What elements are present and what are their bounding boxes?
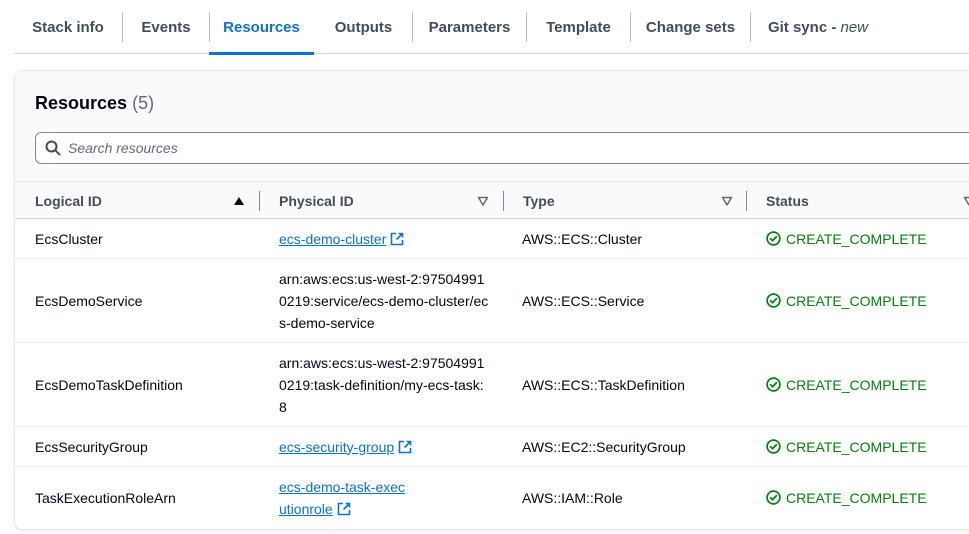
caret-up-icon[interactable] xyxy=(233,195,245,207)
logical-id-cell: EcsSecurityGroup xyxy=(35,438,148,455)
type-cell: AWS::ECS::Service xyxy=(522,292,645,309)
tab-label: Stack info xyxy=(32,18,104,36)
column-resizer[interactable] xyxy=(503,191,504,211)
caret-down-outline-icon[interactable] xyxy=(721,195,733,207)
status-cell: CREATE_COMPLETE xyxy=(766,259,927,342)
table-row[interactable]: EcsSecurityGroup ecs-security-group AWS:… xyxy=(15,427,969,467)
tab-label: Parameters xyxy=(428,18,511,36)
caret-down-outline-icon[interactable] xyxy=(477,195,489,207)
logical-id-cell: TaskExecutionRoleArn xyxy=(35,489,176,506)
panel-title: Resources (5) xyxy=(35,93,154,114)
logical-id-cell: EcsDemoTaskDefinition xyxy=(35,376,183,393)
status-cell: CREATE_COMPLETE xyxy=(766,343,927,426)
type-cell: AWS::EC2::SecurityGroup xyxy=(522,438,686,455)
column-label: Logical ID xyxy=(35,192,102,209)
column-resizer[interactable] xyxy=(746,191,747,211)
tab-label: Template xyxy=(546,18,611,36)
tab-label: Change sets xyxy=(645,18,736,36)
physical-id-cell: arn:aws:ecs:us-west-2:975049910219:servi… xyxy=(279,259,489,342)
external-link-icon[interactable] xyxy=(390,232,404,246)
status-cell: CREATE_COMPLETE xyxy=(766,427,927,466)
tab-change-sets[interactable]: Change sets xyxy=(631,0,750,54)
check-circle-icon xyxy=(766,439,781,454)
tab-stack-info[interactable]: Stack info xyxy=(14,0,122,54)
table-header: Logical ID Physical ID Type Status xyxy=(15,181,969,219)
status-text: CREATE_COMPLETE xyxy=(786,489,927,506)
type-cell: AWS::ECS::TaskDefinition xyxy=(522,376,685,393)
link-text: ecs-demo-cluster xyxy=(279,230,387,247)
logical-id-cell: EcsCluster xyxy=(35,230,103,247)
physical-id-link[interactable]: ecs-security-group xyxy=(279,439,394,455)
tab-resources[interactable]: Resources xyxy=(209,0,314,55)
status-text: CREATE_COMPLETE xyxy=(786,376,927,393)
column-header-logical-id[interactable]: Logical ID xyxy=(35,182,255,219)
external-link-icon[interactable] xyxy=(398,440,412,454)
physical-id-cell: ecs-demo-task-executionrole xyxy=(279,467,409,528)
tab-label: Resources xyxy=(223,18,300,36)
logical-id-cell: EcsDemoService xyxy=(35,292,143,309)
status-text: CREATE_COMPLETE xyxy=(786,292,927,309)
column-header-status[interactable]: Status xyxy=(766,182,966,219)
type-cell: AWS::IAM::Role xyxy=(522,489,623,506)
check-circle-icon xyxy=(766,490,781,505)
table-row[interactable]: TaskExecutionRoleArn ecs-demo-task-execu… xyxy=(15,467,969,528)
tab-template[interactable]: Template xyxy=(527,0,630,54)
physical-id-text: arn:aws:ecs:us-west-2:975049910219:task-… xyxy=(279,354,485,415)
check-circle-icon xyxy=(766,231,781,246)
panel-header: Resources (5) xyxy=(15,71,969,181)
new-badge: new xyxy=(840,18,869,36)
table-row[interactable]: EcsDemoService arn:aws:ecs:us-west-2:975… xyxy=(15,259,969,343)
tab-bar: Stack info Events Resources Outputs Para… xyxy=(14,0,969,55)
type-cell: AWS::ECS::Cluster xyxy=(522,230,643,247)
panel-title-text: Resources xyxy=(35,93,128,113)
physical-id-cell: arn:aws:ecs:us-west-2:975049910219:task-… xyxy=(279,343,489,426)
status-text: CREATE_COMPLETE xyxy=(786,230,927,247)
search-input[interactable] xyxy=(68,133,968,163)
external-link-icon[interactable] xyxy=(337,502,351,516)
physical-id-cell: ecs-demo-cluster xyxy=(279,219,499,258)
physical-id-link[interactable]: ecs-demo-cluster xyxy=(279,231,386,247)
tab-label: Outputs xyxy=(334,18,393,36)
tab-label: Events xyxy=(141,18,191,36)
column-resizer[interactable] xyxy=(259,191,260,211)
check-circle-icon xyxy=(766,377,781,392)
search-icon xyxy=(45,140,61,156)
tab-git-sync[interactable]: Git sync - new xyxy=(751,0,885,54)
tab-events[interactable]: Events xyxy=(123,0,209,54)
column-label: Status xyxy=(766,192,809,209)
check-circle-icon xyxy=(766,293,781,308)
status-cell: CREATE_COMPLETE xyxy=(766,219,927,258)
resources-panel: Resources (5) Logical ID Physical ID Typ… xyxy=(14,70,969,530)
tab-label: Git sync - xyxy=(767,18,837,36)
column-label: Type xyxy=(523,192,555,209)
status-text: CREATE_COMPLETE xyxy=(786,438,927,455)
link-text: ecs-security-group xyxy=(279,438,395,455)
table-row[interactable]: EcsCluster ecs-demo-cluster AWS::ECS::Cl… xyxy=(15,219,969,259)
column-label: Physical ID xyxy=(279,192,354,209)
column-header-type[interactable]: Type xyxy=(523,182,743,219)
resource-count: (5) xyxy=(132,93,155,113)
physical-id-text: arn:aws:ecs:us-west-2:975049910219:servi… xyxy=(279,270,489,331)
status-cell: CREATE_COMPLETE xyxy=(766,467,927,528)
caret-down-outline-icon[interactable] xyxy=(963,195,969,207)
search-box[interactable] xyxy=(35,132,969,164)
tab-parameters[interactable]: Parameters xyxy=(413,0,526,54)
physical-id-cell: ecs-security-group xyxy=(279,427,499,466)
table-row[interactable]: EcsDemoTaskDefinition arn:aws:ecs:us-wes… xyxy=(15,343,969,427)
tab-outputs[interactable]: Outputs xyxy=(315,0,412,54)
column-header-physical-id[interactable]: Physical ID xyxy=(279,182,499,219)
